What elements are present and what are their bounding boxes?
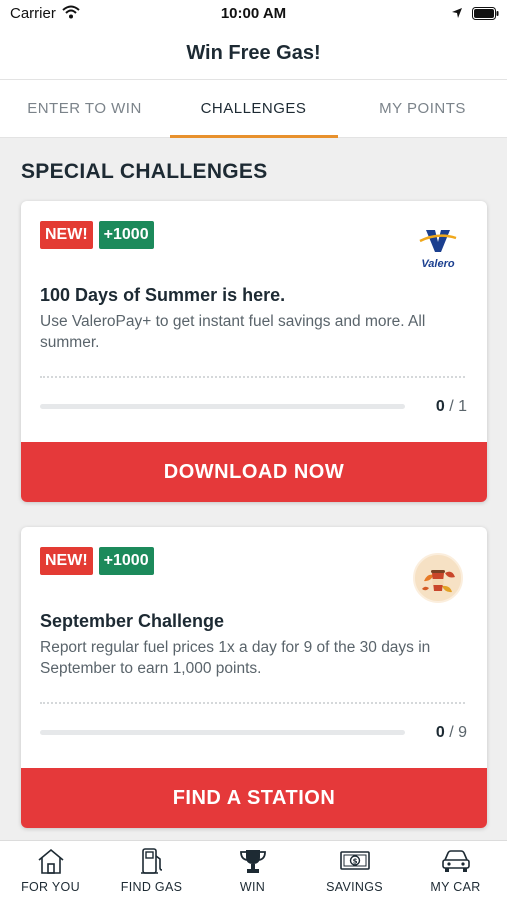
challenge-title: September Challenge xyxy=(40,611,225,631)
progress-count: 0 / 9 xyxy=(436,724,467,742)
tabbar-item-my-car[interactable]: MY CAR xyxy=(405,847,506,894)
tabbar-item-savings[interactable]: $ SAVINGS xyxy=(304,847,405,894)
challenge-card-summer[interactable]: NEW! +1000 Valero 100 Days of Summer is … xyxy=(21,201,487,502)
progress-bar xyxy=(40,730,405,735)
svg-text:$: $ xyxy=(352,858,357,866)
tabbar-label: FIND GAS xyxy=(120,880,183,894)
tabbar-item-for-you[interactable]: FOR YOU xyxy=(0,847,101,894)
trophy-icon xyxy=(239,850,266,873)
tabbar-label: WIN xyxy=(239,880,266,894)
dollar-bill-icon: $ xyxy=(339,851,370,870)
tabbar-item-win[interactable]: WIN xyxy=(202,847,303,894)
valero-v-icon xyxy=(419,230,457,252)
valero-logo: Valero xyxy=(413,229,463,270)
autumn-coffee-icon xyxy=(413,553,463,603)
gas-pump-icon xyxy=(140,848,162,874)
page-title: Win Free Gas! xyxy=(186,42,321,64)
dotted-divider xyxy=(40,702,465,704)
tabbar-label: SAVINGS xyxy=(326,880,383,894)
status-bar: Carrier 10:00 AM xyxy=(0,0,507,28)
badges: NEW! +1000 xyxy=(40,547,154,575)
find-a-station-button[interactable]: FIND A STATION xyxy=(21,768,487,828)
progress-current: 0 xyxy=(435,398,445,415)
challenge-card-september[interactable]: NEW! +1000 September Challenge Report re… xyxy=(21,527,487,828)
new-badge: NEW! xyxy=(40,547,93,575)
progress-bar xyxy=(40,404,405,409)
progress-count: 0 / 1 xyxy=(436,398,467,416)
bottom-tab-bar: FOR YOU FIND GAS WIN $ SAVINGS MY CAR xyxy=(0,840,507,900)
tabbar-item-find-gas[interactable]: FIND GAS xyxy=(101,847,202,894)
nav-bar: Win Free Gas! xyxy=(0,28,507,80)
progress-total: / 1 xyxy=(449,398,467,415)
top-tabs: ENTER TO WIN CHALLENGES MY POINTS xyxy=(0,80,507,138)
download-now-button[interactable]: DOWNLOAD NOW xyxy=(21,442,487,502)
section-title: SPECIAL CHALLENGES xyxy=(21,160,268,183)
tab-enter-to-win[interactable]: ENTER TO WIN xyxy=(0,80,169,138)
progress-current: 0 xyxy=(435,724,445,741)
active-tab-indicator xyxy=(170,135,338,138)
tabbar-label: FOR YOU xyxy=(21,880,80,894)
progress-total: / 9 xyxy=(449,724,467,741)
challenge-title: 100 Days of Summer is here. xyxy=(40,285,286,305)
valero-logo-text: Valero xyxy=(421,258,455,270)
points-badge: +1000 xyxy=(98,221,154,249)
dotted-divider xyxy=(40,376,465,378)
tab-my-points[interactable]: MY POINTS xyxy=(338,80,507,138)
tabbar-label: MY CAR xyxy=(430,880,481,894)
new-badge: NEW! xyxy=(40,221,93,249)
challenge-description: Report regular fuel prices 1x a day for … xyxy=(40,639,431,677)
tab-challenges[interactable]: CHALLENGES xyxy=(169,80,338,138)
challenge-description: Use ValeroPay+ to get instant fuel savin… xyxy=(40,313,426,351)
car-icon xyxy=(441,850,470,872)
house-icon xyxy=(37,848,64,874)
badges: NEW! +1000 xyxy=(40,221,154,249)
battery-icon xyxy=(472,7,499,20)
points-badge: +1000 xyxy=(98,547,154,575)
status-time: 10:00 AM xyxy=(220,5,287,22)
location-arrow-icon xyxy=(452,8,462,18)
